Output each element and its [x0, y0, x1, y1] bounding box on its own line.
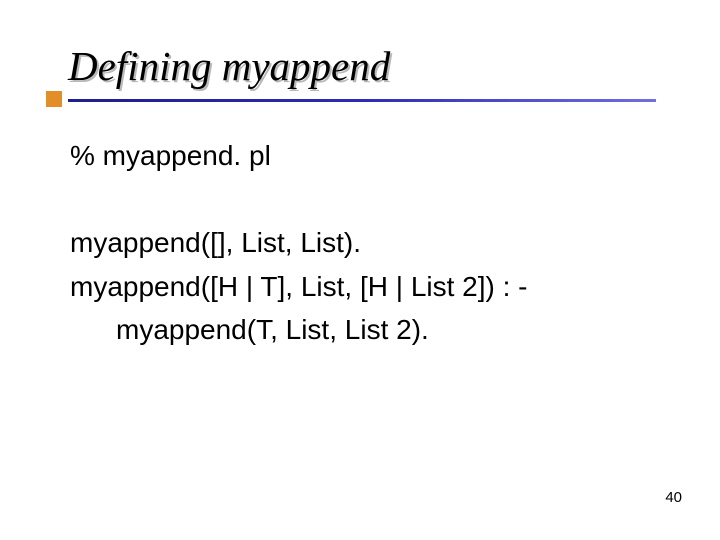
title-wrap: Defining myappend Defining myappend — [68, 44, 668, 89]
title-underline — [68, 99, 656, 102]
slide-title: Defining myappend — [68, 44, 390, 89]
code-line-1: % myappend. pl — [70, 134, 660, 177]
page-number: 40 — [665, 489, 682, 506]
code-line-3: myappend([H | T], List, [H | List 2]) : … — [70, 265, 660, 308]
code-line-4: myappend(T, List, List 2). — [70, 308, 660, 351]
accent-square — [46, 91, 62, 107]
blank-line — [70, 177, 660, 221]
slide-body: % myappend. pl myappend([], List, List).… — [70, 134, 660, 352]
slide: Defining myappend Defining myappend % my… — [0, 0, 720, 540]
code-line-2: myappend([], List, List). — [70, 221, 660, 264]
